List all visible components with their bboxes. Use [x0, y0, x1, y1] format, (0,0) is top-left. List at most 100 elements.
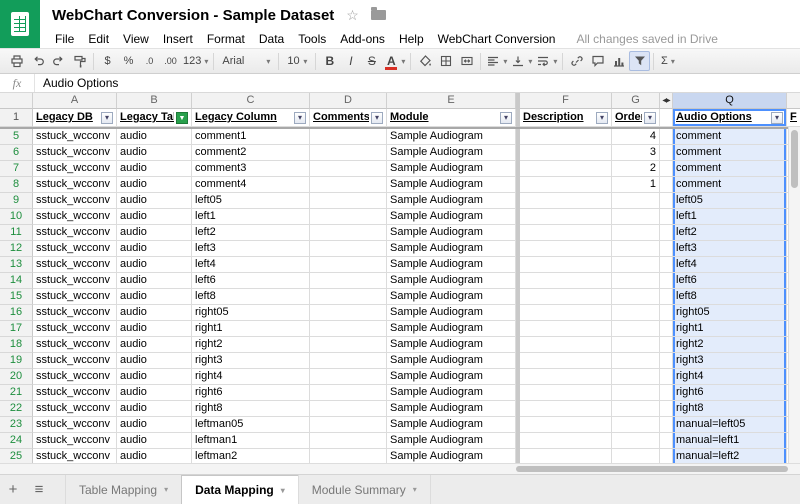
cell-hidden-gap-14[interactable]	[660, 273, 673, 289]
menu-edit[interactable]: Edit	[81, 32, 116, 46]
cell-C13[interactable]: left4	[192, 257, 310, 273]
horizontal-scrollbar[interactable]	[0, 463, 800, 474]
cell-F5[interactable]	[520, 129, 612, 145]
row-header-20[interactable]: 20	[0, 369, 33, 385]
cell-C9[interactable]: left05	[192, 193, 310, 209]
all-sheets-button[interactable]: ≡	[26, 475, 52, 504]
undo-button[interactable]	[27, 51, 48, 71]
row-header-22[interactable]: 22	[0, 401, 33, 417]
cell-Q15[interactable]: left8	[673, 289, 787, 305]
paint-format-button[interactable]	[69, 51, 90, 71]
cell-C12[interactable]: left3	[192, 241, 310, 257]
menu-format[interactable]: Format	[200, 32, 252, 46]
cell-Q23[interactable]: manual=left05	[673, 417, 787, 433]
cell-hidden-gap-16[interactable]	[660, 305, 673, 321]
row-header-23[interactable]: 23	[0, 417, 33, 433]
cell-B21[interactable]: audio	[117, 385, 192, 401]
cell-C20[interactable]: right4	[192, 369, 310, 385]
row-header-5[interactable]: 5	[0, 129, 33, 145]
cell-Q16[interactable]: right05	[673, 305, 787, 321]
cell-A19[interactable]: sstuck_wcconv	[33, 353, 117, 369]
cell-F22[interactable]	[520, 401, 612, 417]
cell-B25[interactable]: audio	[117, 449, 192, 463]
menu-file[interactable]: File	[48, 32, 81, 46]
menu-webchart-conversion[interactable]: WebChart Conversion	[431, 32, 563, 46]
column-header-F[interactable]: F	[520, 93, 612, 109]
row-header-9[interactable]: 9	[0, 193, 33, 209]
cell-hidden-gap-15[interactable]	[660, 289, 673, 305]
text-color-button[interactable]: A▾	[382, 51, 407, 71]
cell-C8[interactable]: comment4	[192, 177, 310, 193]
active-filter-funnel-icon[interactable]: ▼	[176, 112, 188, 124]
cell-E16[interactable]: Sample Audiogram	[387, 305, 516, 321]
cell-C23[interactable]: leftman05	[192, 417, 310, 433]
font-size-select[interactable]: 10▾	[282, 51, 312, 71]
cell-E24[interactable]: Sample Audiogram	[387, 433, 516, 449]
column-header-G[interactable]: G	[612, 93, 660, 109]
cell-E5[interactable]: Sample Audiogram	[387, 129, 516, 145]
cell-C17[interactable]: right1	[192, 321, 310, 337]
cell-F17[interactable]	[520, 321, 612, 337]
font-family-select[interactable]: Arial▾	[217, 51, 275, 71]
cell-Q1[interactable]: Audio Options▾	[673, 109, 787, 127]
cell-Q24[interactable]: manual=left1	[673, 433, 787, 449]
star-icon[interactable]: ☆	[346, 7, 359, 24]
cell-G19[interactable]	[612, 353, 660, 369]
borders-button[interactable]	[435, 51, 456, 71]
cell-F16[interactable]	[520, 305, 612, 321]
vertical-align-button[interactable]: ▾	[509, 51, 534, 71]
cell-A8[interactable]: sstuck_wcconv	[33, 177, 117, 193]
cell-C16[interactable]: right05	[192, 305, 310, 321]
cell-E18[interactable]: Sample Audiogram	[387, 337, 516, 353]
cell-G25[interactable]	[612, 449, 660, 463]
cell-A22[interactable]: sstuck_wcconv	[33, 401, 117, 417]
menu-tools[interactable]: Tools	[291, 32, 333, 46]
cell-Q8[interactable]: comment	[673, 177, 787, 193]
cell-A1[interactable]: Legacy DB▾	[33, 109, 117, 127]
cell-E13[interactable]: Sample Audiogram	[387, 257, 516, 273]
cell-D18[interactable]	[310, 337, 387, 353]
menu-insert[interactable]: Insert	[156, 32, 200, 46]
cell-B24[interactable]: audio	[117, 433, 192, 449]
cell-B5[interactable]: audio	[117, 129, 192, 145]
row-header-24[interactable]: 24	[0, 433, 33, 449]
cell-D11[interactable]	[310, 225, 387, 241]
cell-F6[interactable]	[520, 145, 612, 161]
cell-Q18[interactable]: right2	[673, 337, 787, 353]
cell-Q11[interactable]: left2	[673, 225, 787, 241]
cell-Q9[interactable]: left05	[673, 193, 787, 209]
menu-data[interactable]: Data	[252, 32, 291, 46]
cell-Q14[interactable]: left6	[673, 273, 787, 289]
cell-Q13[interactable]: left4	[673, 257, 787, 273]
text-wrap-button[interactable]: ▾	[534, 51, 559, 71]
cell-E7[interactable]: Sample Audiogram	[387, 161, 516, 177]
cell-C24[interactable]: leftman1	[192, 433, 310, 449]
cell-F1[interactable]: Description▾	[520, 109, 612, 127]
cell-Q10[interactable]: left1	[673, 209, 787, 225]
cell-E25[interactable]: Sample Audiogram	[387, 449, 516, 463]
cell-hidden-gap-1[interactable]	[660, 109, 673, 127]
column-header-E[interactable]: E	[387, 93, 516, 109]
currency-format-button[interactable]: $	[97, 51, 118, 71]
cell-hidden-gap-23[interactable]	[660, 417, 673, 433]
cell-A7[interactable]: sstuck_wcconv	[33, 161, 117, 177]
cell-C18[interactable]: right2	[192, 337, 310, 353]
cell-G23[interactable]	[612, 417, 660, 433]
cell-hidden-gap-7[interactable]	[660, 161, 673, 177]
row-header-1[interactable]: 1	[0, 109, 33, 127]
row-header-25[interactable]: 25	[0, 449, 33, 463]
cell-A25[interactable]: sstuck_wcconv	[33, 449, 117, 463]
cell-Q21[interactable]: right6	[673, 385, 787, 401]
cell-F18[interactable]	[520, 337, 612, 353]
cell-D20[interactable]	[310, 369, 387, 385]
cell-D17[interactable]	[310, 321, 387, 337]
cell-E6[interactable]: Sample Audiogram	[387, 145, 516, 161]
cell-G22[interactable]	[612, 401, 660, 417]
cell-G20[interactable]	[612, 369, 660, 385]
cell-F7[interactable]	[520, 161, 612, 177]
cell-D12[interactable]	[310, 241, 387, 257]
row-header-18[interactable]: 18	[0, 337, 33, 353]
cell-C19[interactable]: right3	[192, 353, 310, 369]
cell-hidden-gap-6[interactable]	[660, 145, 673, 161]
row-header-8[interactable]: 8	[0, 177, 33, 193]
